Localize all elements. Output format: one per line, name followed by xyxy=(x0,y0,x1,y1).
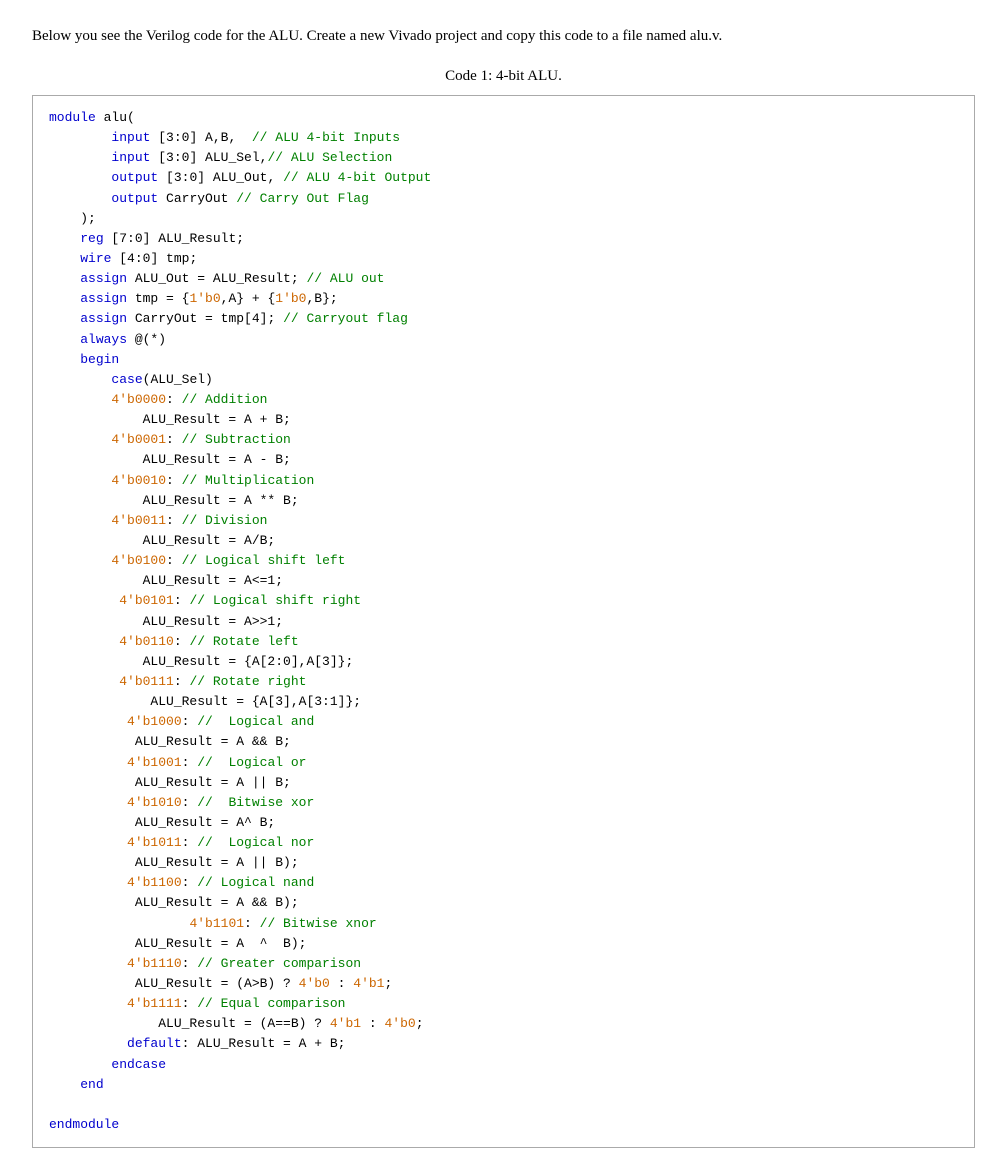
code-line-15: 4'b0000: // Addition xyxy=(49,390,958,410)
code-line-19: 4'b0010: // Multiplication xyxy=(49,471,958,491)
code-line-23: 4'b0100: // Logical shift left xyxy=(49,551,958,571)
code-line-47: default: ALU_Result = A + B; xyxy=(49,1034,958,1054)
code-line-42: ALU_Result = A ^ B); xyxy=(49,934,958,954)
code-line-3: input [3:0] ALU_Sel,// ALU Selection xyxy=(49,148,958,168)
code-line-30: ALU_Result = {A[3],A[3:1]}; xyxy=(49,692,958,712)
code-block: module alu( input [3:0] A,B, // ALU 4-bi… xyxy=(32,95,975,1148)
code-line-9: assign ALU_Out = ALU_Result; // ALU out xyxy=(49,269,958,289)
code-line-50 xyxy=(49,1095,958,1115)
code-line-37: 4'b1011: // Logical nor xyxy=(49,833,958,853)
code-line-10: assign tmp = {1'b0,A} + {1'b0,B}; xyxy=(49,289,958,309)
code-line-7: reg [7:0] ALU_Result; xyxy=(49,229,958,249)
code-line-33: 4'b1001: // Logical or xyxy=(49,753,958,773)
code-line-21: 4'b0011: // Division xyxy=(49,511,958,531)
code-line-40: ALU_Result = A && B); xyxy=(49,893,958,913)
code-line-25: 4'b0101: // Logical shift right xyxy=(49,591,958,611)
code-line-28: ALU_Result = {A[2:0],A[3]}; xyxy=(49,652,958,672)
code-line-17: 4'b0001: // Subtraction xyxy=(49,430,958,450)
code-line-29: 4'b0111: // Rotate right xyxy=(49,672,958,692)
code-line-34: ALU_Result = A || B; xyxy=(49,773,958,793)
code-line-36: ALU_Result = A^ B; xyxy=(49,813,958,833)
code-line-41: 4'b1101: // Bitwise xnor xyxy=(49,914,958,934)
code-line-35: 4'b1010: // Bitwise xor xyxy=(49,793,958,813)
code-line-11: assign CarryOut = tmp[4]; // Carryout fl… xyxy=(49,309,958,329)
code-line-18: ALU_Result = A - B; xyxy=(49,450,958,470)
code-line-22: ALU_Result = A/B; xyxy=(49,531,958,551)
code-line-2: input [3:0] A,B, // ALU 4-bit Inputs xyxy=(49,128,958,148)
code-line-44: ALU_Result = (A>B) ? 4'b0 : 4'b1; xyxy=(49,974,958,994)
code-line-8: wire [4:0] tmp; xyxy=(49,249,958,269)
code-line-31: 4'b1000: // Logical and xyxy=(49,712,958,732)
code-line-14: case(ALU_Sel) xyxy=(49,370,958,390)
code-line-27: 4'b0110: // Rotate left xyxy=(49,632,958,652)
code-caption: Code 1: 4-bit ALU. xyxy=(32,68,975,85)
code-line-49: end xyxy=(49,1075,958,1095)
code-line-24: ALU_Result = A<=1; xyxy=(49,571,958,591)
intro-paragraph: Below you see the Verilog code for the A… xyxy=(32,24,975,48)
code-line-39: 4'b1100: // Logical nand xyxy=(49,873,958,893)
code-line-38: ALU_Result = A || B); xyxy=(49,853,958,873)
code-line-20: ALU_Result = A ** B; xyxy=(49,491,958,511)
code-line-26: ALU_Result = A>>1; xyxy=(49,612,958,632)
code-line-6: ); xyxy=(49,209,958,229)
code-line-45: 4'b1111: // Equal comparison xyxy=(49,994,958,1014)
code-line-43: 4'b1110: // Greater comparison xyxy=(49,954,958,974)
code-line-12: always @(*) xyxy=(49,330,958,350)
code-line-48: endcase xyxy=(49,1055,958,1075)
code-line-51: endmodule xyxy=(49,1115,958,1135)
code-line-1: module alu( xyxy=(49,108,958,128)
code-line-16: ALU_Result = A + B; xyxy=(49,410,958,430)
code-line-13: begin xyxy=(49,350,958,370)
code-line-5: output CarryOut // Carry Out Flag xyxy=(49,189,958,209)
code-line-32: ALU_Result = A && B; xyxy=(49,732,958,752)
code-line-4: output [3:0] ALU_Out, // ALU 4-bit Outpu… xyxy=(49,168,958,188)
code-line-46: ALU_Result = (A==B) ? 4'b1 : 4'b0; xyxy=(49,1014,958,1034)
